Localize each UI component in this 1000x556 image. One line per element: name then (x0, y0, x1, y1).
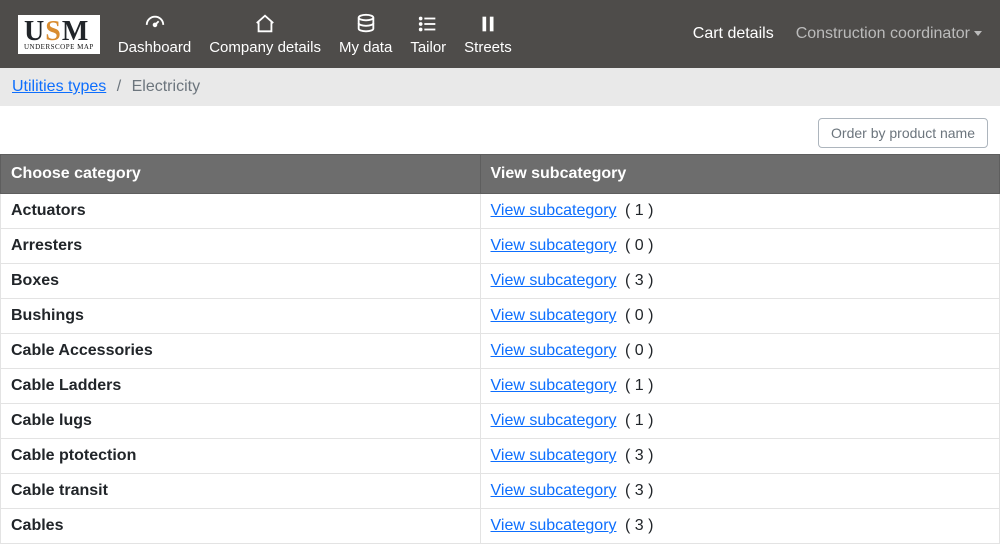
table-row: Cable lugsView subcategory ( 1 ) (1, 404, 1000, 439)
db-icon (355, 13, 377, 35)
navbar: USM UNDERSCOPE MAP Dashboard Company deta… (0, 0, 1000, 68)
subcategory-count: ( 3 ) (621, 482, 654, 499)
category-name: Bushings (1, 299, 481, 334)
nav-item-my-data[interactable]: My data (339, 13, 392, 56)
subcategory-cell: View subcategory ( 0 ) (480, 334, 999, 369)
category-name: Boxes (1, 264, 481, 299)
category-name: Cables (1, 509, 481, 544)
role-dropdown[interactable]: Construction coordinator (796, 25, 982, 43)
breadcrumb-parent-link[interactable]: Utilities types (12, 78, 106, 95)
category-name: Arresters (1, 229, 481, 264)
bars-icon (477, 13, 499, 35)
nav-item-tailor[interactable]: Tailor (410, 13, 446, 56)
gauge-icon (143, 13, 167, 35)
cart-details-link[interactable]: Cart details (693, 25, 774, 43)
view-subcategory-link[interactable]: View subcategory (491, 342, 617, 359)
col-subcategory-header: View subcategory (480, 155, 999, 194)
list-icon (417, 13, 439, 35)
subcategory-cell: View subcategory ( 1 ) (480, 404, 999, 439)
subcategory-cell: View subcategory ( 0 ) (480, 299, 999, 334)
view-subcategory-link[interactable]: View subcategory (491, 482, 617, 499)
subcategory-count: ( 3 ) (621, 272, 654, 289)
table-row: BushingsView subcategory ( 0 ) (1, 299, 1000, 334)
breadcrumb-separator: / (117, 78, 121, 95)
table-row: Cable LaddersView subcategory ( 1 ) (1, 369, 1000, 404)
nav-item-label: Dashboard (118, 39, 191, 56)
view-subcategory-link[interactable]: View subcategory (491, 517, 617, 534)
subcategory-cell: View subcategory ( 1 ) (480, 369, 999, 404)
table-row: Cable transitView subcategory ( 3 ) (1, 474, 1000, 509)
nav-item-label: Tailor (410, 39, 446, 56)
subcategory-count: ( 1 ) (621, 377, 654, 394)
category-table: Choose category View subcategory Actuato… (0, 154, 1000, 544)
subcategory-count: ( 0 ) (621, 307, 654, 324)
category-name: Cable lugs (1, 404, 481, 439)
category-name: Actuators (1, 194, 481, 229)
subcategory-cell: View subcategory ( 3 ) (480, 439, 999, 474)
nav-item-label: My data (339, 39, 392, 56)
breadcrumb: Utilities types / Electricity (0, 68, 1000, 106)
subcategory-count: ( 3 ) (621, 447, 654, 464)
breadcrumb-current: Electricity (132, 78, 200, 95)
table-row: ArrestersView subcategory ( 0 ) (1, 229, 1000, 264)
nav-item-streets[interactable]: Streets (464, 13, 512, 56)
subcategory-count: ( 1 ) (621, 202, 654, 219)
category-name: Cable Accessories (1, 334, 481, 369)
view-subcategory-link[interactable]: View subcategory (491, 307, 617, 324)
subcategory-cell: View subcategory ( 3 ) (480, 264, 999, 299)
subcategory-count: ( 3 ) (621, 517, 654, 534)
table-row: ActuatorsView subcategory ( 1 ) (1, 194, 1000, 229)
view-subcategory-link[interactable]: View subcategory (491, 202, 617, 219)
subcategory-cell: View subcategory ( 3 ) (480, 509, 999, 544)
view-subcategory-link[interactable]: View subcategory (491, 377, 617, 394)
nav-item-label: Company details (209, 39, 321, 56)
nav-item-dashboard[interactable]: Dashboard (118, 13, 191, 56)
subcategory-count: ( 1 ) (621, 412, 654, 429)
view-subcategory-link[interactable]: View subcategory (491, 272, 617, 289)
home-icon (253, 13, 277, 35)
chevron-down-icon (974, 31, 982, 36)
table-row: Cable ptotectionView subcategory ( 3 ) (1, 439, 1000, 474)
subcategory-cell: View subcategory ( 0 ) (480, 229, 999, 264)
category-name: Cable ptotection (1, 439, 481, 474)
table-row: BoxesView subcategory ( 3 ) (1, 264, 1000, 299)
col-category-header: Choose category (1, 155, 481, 194)
subcategory-cell: View subcategory ( 3 ) (480, 474, 999, 509)
category-name: Cable Ladders (1, 369, 481, 404)
table-row: CablesView subcategory ( 3 ) (1, 509, 1000, 544)
toolbar: Order by product name (0, 106, 1000, 154)
category-name: Cable transit (1, 474, 481, 509)
subcategory-cell: View subcategory ( 1 ) (480, 194, 999, 229)
order-by-name-button[interactable]: Order by product name (818, 118, 988, 148)
nav-item-company-details[interactable]: Company details (209, 13, 321, 56)
subcategory-count: ( 0 ) (621, 237, 654, 254)
logo[interactable]: USM UNDERSCOPE MAP (18, 15, 100, 54)
subcategory-count: ( 0 ) (621, 342, 654, 359)
nav-item-label: Streets (464, 39, 512, 56)
view-subcategory-link[interactable]: View subcategory (491, 447, 617, 464)
view-subcategory-link[interactable]: View subcategory (491, 412, 617, 429)
table-row: Cable AccessoriesView subcategory ( 0 ) (1, 334, 1000, 369)
view-subcategory-link[interactable]: View subcategory (491, 237, 617, 254)
